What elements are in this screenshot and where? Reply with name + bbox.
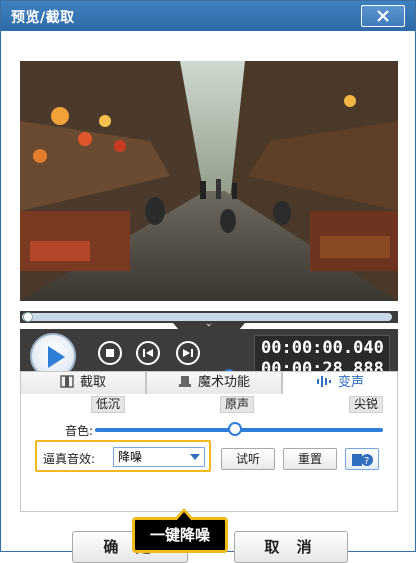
preview-dialog: 预览/截取 ⌄ 00:00:00.040 00:00:28.888 截取 魔术功… <box>0 0 416 563</box>
effect-select[interactable]: 降噪 <box>113 447 205 467</box>
timeline-progress[interactable] <box>22 313 392 321</box>
pitch-label: 音色: <box>65 424 94 438</box>
film-cut-icon <box>60 374 74 396</box>
listen-button[interactable]: 试听 <box>221 448 275 470</box>
next-frame-button[interactable] <box>176 341 200 365</box>
effect-selected-value: 降噪 <box>118 450 143 464</box>
effect-group-highlight: 逼真音效: 降噪 <box>35 440 211 472</box>
pitch-low-label: 低沉 <box>91 396 126 413</box>
pitch-high-label: 尖锐 <box>349 396 384 413</box>
sound-wave-icon <box>316 374 332 396</box>
reset-button[interactable]: 重置 <box>283 448 337 470</box>
tab-voice-label: 变声 <box>337 375 364 390</box>
prev-frame-button[interactable] <box>136 341 160 365</box>
dialog-title: 预览/截取 <box>11 10 75 26</box>
tab-magic[interactable]: 魔术功能 <box>146 371 282 395</box>
cancel-button[interactable]: 取 消 <box>234 531 348 563</box>
voice-change-panel: 低沉 原声 尖锐 音色: 逼真音效: 降噪 试听 重置 ? <box>20 394 398 512</box>
timeline-knob[interactable] <box>23 312 33 322</box>
help-icon: ? <box>352 454 373 467</box>
stop-button[interactable] <box>98 341 122 365</box>
magic-hat-icon <box>178 374 192 396</box>
close-button[interactable] <box>361 5 405 27</box>
current-time: 00:00:00.040 <box>261 338 384 358</box>
feature-tabs: 截取 魔术功能 变声 <box>20 371 398 395</box>
play-icon <box>48 346 65 368</box>
pitch-knob[interactable] <box>228 422 242 436</box>
step-forward-icon <box>183 349 193 357</box>
video-preview <box>20 61 398 301</box>
svg-text:?: ? <box>364 456 369 467</box>
tab-magic-label: 魔术功能 <box>197 375 250 390</box>
close-icon <box>377 10 389 22</box>
tab-voice-change[interactable]: 变声 <box>282 371 398 395</box>
tab-cut-label: 截取 <box>79 375 106 390</box>
dialog-body: ⌄ 00:00:00.040 00:00:28.888 截取 魔术功能 变声 低… <box>2 31 414 563</box>
tab-cut[interactable]: 截取 <box>20 371 146 395</box>
street-market-frame <box>20 61 398 301</box>
help-button[interactable]: ? <box>345 448 379 470</box>
chevron-down-icon <box>190 454 200 460</box>
pitch-mid-label: 原声 <box>220 396 255 413</box>
step-back-icon <box>143 349 153 357</box>
stop-icon <box>106 349 114 357</box>
one-click-denoise-callout: 一键降噪 <box>132 508 228 553</box>
title-bar: 预览/截取 <box>1 1 415 31</box>
effect-label: 逼真音效: <box>43 452 96 466</box>
